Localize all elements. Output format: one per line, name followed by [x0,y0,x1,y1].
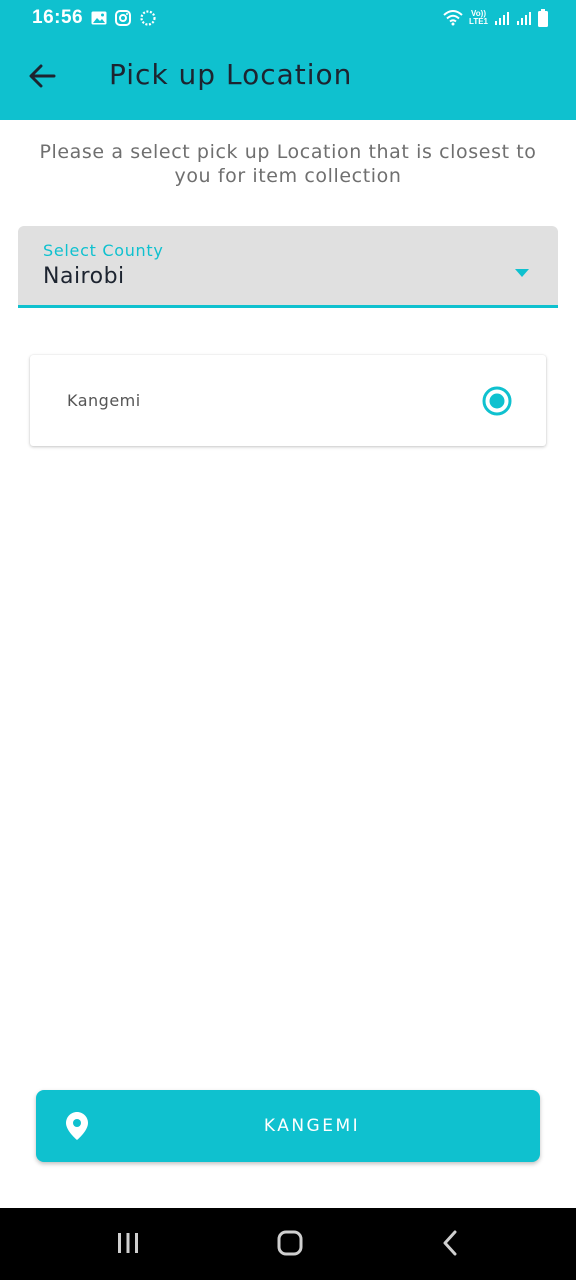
status-bar: 16:56 Vo)) LTE1 [0,0,576,36]
instagram-icon [115,10,132,26]
confirm-button-label: KANGEMI [263,1116,361,1136]
radio-selected-icon[interactable] [482,386,512,416]
back-icon [442,1230,458,1260]
status-right: Vo)) LTE1 [443,9,548,27]
status-left: 16:56 [32,7,157,29]
wifi-icon [443,10,463,26]
page-title: Pick up Location [109,58,353,91]
back-button[interactable] [20,56,64,100]
instruction-text: Please a select pick up Location that is… [39,141,537,187]
caret-down-icon [515,262,529,281]
county-select-label: Select County [43,241,164,260]
arrow-left-icon [28,64,56,92]
confirm-location-button[interactable]: KANGEMI [36,1090,540,1162]
sync-icon [139,9,157,27]
volte-indicator: Vo)) LTE1 [469,10,488,26]
county-select[interactable]: Select County Nairobi [18,226,558,308]
app-bar: Pick up Location [0,36,576,120]
volte-line2: LTE1 [469,17,488,26]
nav-back-button[interactable] [430,1230,470,1260]
location-option-kangemi[interactable]: Kangemi [30,355,546,446]
signal-icon [516,10,532,26]
home-button[interactable] [270,1230,310,1260]
status-time: 16:56 [32,7,84,28]
signal-icon [494,10,510,26]
home-icon [277,1230,303,1260]
location-name: Kangemi [67,391,141,410]
screen: 16:56 Vo)) LTE1 Pick up Location Please … [0,0,576,1280]
image-icon [91,11,107,25]
battery-icon [538,9,548,27]
recent-apps-icon [116,1232,140,1258]
recent-apps-button[interactable] [108,1230,148,1260]
navigation-bar [0,1208,576,1280]
county-select-value: Nairobi [43,264,125,289]
